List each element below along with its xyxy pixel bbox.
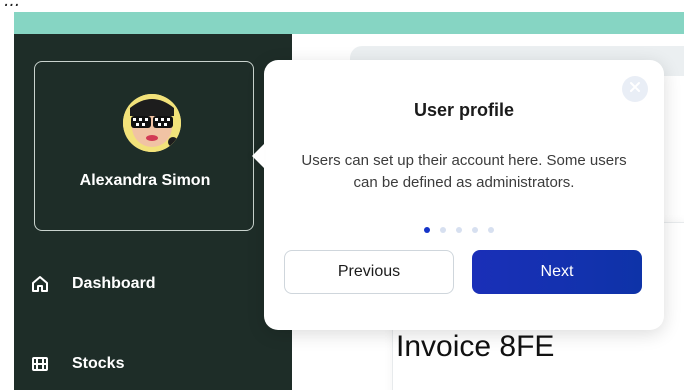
stocks-icon	[30, 354, 50, 374]
step-dot-active	[424, 227, 430, 233]
home-icon	[30, 274, 50, 294]
step-dot	[472, 227, 478, 233]
tooltip-title: User profile	[413, 100, 515, 120]
previous-button[interactable]: Previous	[284, 250, 454, 294]
sidebar: Alexandra Simon Dashboard Stocks	[14, 34, 292, 390]
sidebar-item-label: Stocks	[72, 355, 125, 372]
next-button[interactable]: Next	[472, 250, 642, 294]
tooltip-body: Users can set up their account here. Som…	[301, 152, 627, 191]
tooltip-arrow	[252, 144, 264, 168]
caption-text: ...	[4, 0, 21, 11]
step-dot	[440, 227, 446, 233]
step-dot	[456, 227, 462, 233]
step-indicator	[424, 226, 504, 234]
close-icon	[629, 80, 641, 98]
profile-name: Alexandra Simon	[79, 172, 211, 189]
app-header-bar	[14, 12, 684, 34]
sidebar-item-stocks[interactable]: Stocks	[14, 344, 292, 384]
avatar	[123, 94, 181, 152]
sidebar-item-label: Dashboard	[72, 275, 156, 292]
step-dot	[488, 227, 494, 233]
user-profile-tooltip: User profile Users can set up their acco…	[252, 60, 664, 330]
top-caption: ...	[0, 0, 684, 12]
sidebar-item-dashboard[interactable]: Dashboard	[14, 264, 292, 304]
avatar-image	[123, 94, 181, 152]
close-button[interactable]	[622, 76, 648, 102]
invoice-title: Invoice 8FE	[396, 330, 555, 363]
profile-card[interactable]: Alexandra Simon	[34, 61, 254, 231]
